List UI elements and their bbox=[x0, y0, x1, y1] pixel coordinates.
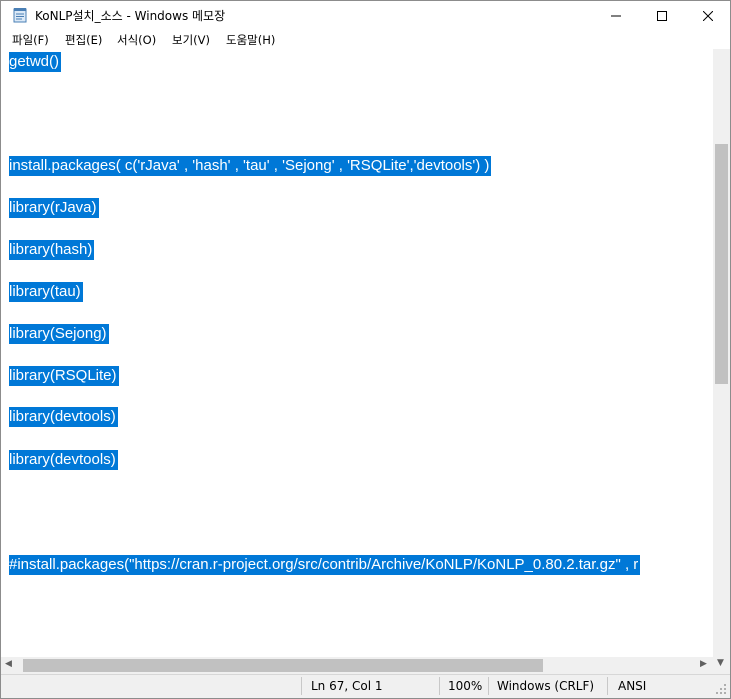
resize-grip-icon[interactable] bbox=[715, 683, 727, 695]
menu-bar: 파일(F) 편집(E) 서식(O) 보기(V) 도움말(H) bbox=[1, 30, 730, 49]
code-line[interactable]: #install.packages("https://cran.r-projec… bbox=[9, 555, 641, 575]
scroll-right-icon[interactable]: ▶ bbox=[700, 659, 707, 669]
scroll-down-icon[interactable]: ▼ bbox=[717, 658, 724, 668]
window-title: KoNLP설치_소스 - Windows 메모장 bbox=[35, 9, 226, 23]
scroll-left-icon[interactable]: ◀ bbox=[5, 659, 12, 669]
code-line[interactable]: library(devtools) bbox=[9, 407, 118, 427]
status-divider bbox=[488, 677, 489, 695]
status-divider bbox=[439, 677, 440, 695]
maximize-icon bbox=[657, 10, 667, 21]
close-icon bbox=[703, 10, 713, 21]
horizontal-scrollbar[interactable]: ◀ ▶ bbox=[1, 657, 713, 674]
code-line[interactable]: getwd() bbox=[9, 52, 62, 72]
code-line[interactable]: library(Sejong) bbox=[9, 324, 109, 344]
status-divider bbox=[607, 677, 608, 695]
cursor-position: Ln 67, Col 1 bbox=[311, 679, 383, 693]
close-button[interactable] bbox=[685, 1, 731, 30]
vertical-scrollbar[interactable] bbox=[713, 49, 730, 657]
line-ending: Windows (CRLF) bbox=[497, 679, 595, 693]
minimize-icon bbox=[611, 15, 621, 16]
title-bar[interactable]: KoNLP설치_소스 - Windows 메모장 bbox=[1, 1, 730, 30]
status-bar: Ln 67, Col 1 100% Windows (CRLF) ANSI bbox=[1, 674, 730, 698]
encoding: ANSI bbox=[618, 679, 647, 693]
zoom-level: 100% bbox=[448, 679, 483, 693]
code-line[interactable]: library(devtools) bbox=[9, 450, 118, 470]
text-editor-area[interactable]: getwd() install.packages( c('rJava' , 'h… bbox=[1, 49, 713, 657]
notepad-app-icon bbox=[13, 8, 27, 23]
code-line[interactable]: library(tau) bbox=[9, 282, 83, 302]
status-divider bbox=[301, 677, 302, 695]
menu-format[interactable]: 서식(O) bbox=[117, 32, 156, 48]
menu-file[interactable]: 파일(F) bbox=[12, 32, 49, 48]
code-line[interactable]: library(rJava) bbox=[9, 198, 99, 218]
menu-view[interactable]: 보기(V) bbox=[172, 32, 210, 48]
code-line[interactable]: library(hash) bbox=[9, 240, 95, 260]
minimize-button[interactable] bbox=[593, 1, 639, 30]
code-line[interactable]: install.packages( c('rJava' , 'hash' , '… bbox=[9, 156, 492, 176]
horizontal-scroll-thumb[interactable] bbox=[23, 659, 543, 672]
menu-help[interactable]: 도움말(H) bbox=[226, 32, 275, 48]
scrollbar-corner: ▼ bbox=[713, 657, 730, 674]
menu-edit[interactable]: 편집(E) bbox=[65, 32, 102, 48]
maximize-button[interactable] bbox=[639, 1, 685, 30]
code-line[interactable]: library(RSQLite) bbox=[9, 366, 119, 386]
notepad-window: KoNLP설치_소스 - Windows 메모장 파일(F) 편집(E) 서식(… bbox=[0, 0, 731, 699]
vertical-scroll-thumb[interactable] bbox=[715, 144, 728, 384]
